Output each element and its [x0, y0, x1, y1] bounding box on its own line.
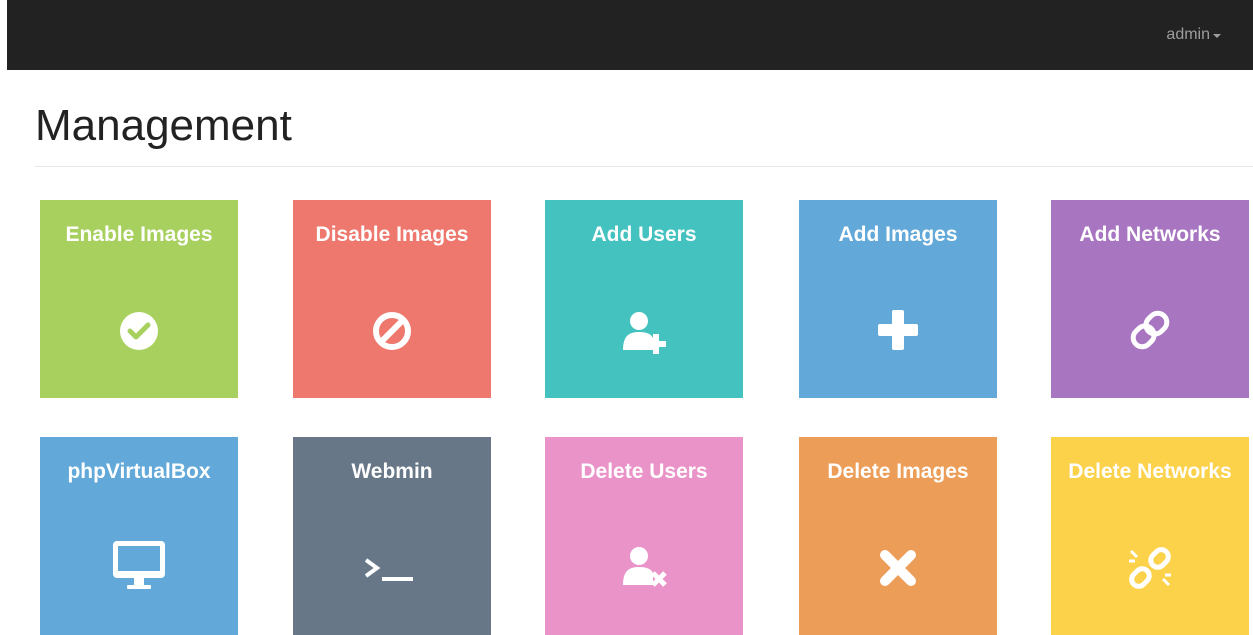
tile-label: Add Users [591, 223, 697, 246]
title-divider [35, 166, 1253, 167]
tile-label: Add Images [838, 223, 958, 246]
user-plus-icon [609, 296, 679, 366]
page-title: Management [35, 101, 292, 150]
desktop-icon [104, 533, 174, 603]
unlink-icon [1115, 533, 1185, 603]
user-menu-dropdown[interactable]: admin [1166, 24, 1221, 46]
tile-label: Disable Images [315, 223, 469, 246]
tile-label: Delete Users [580, 460, 708, 483]
check-circle-icon [104, 296, 174, 366]
delete-networks-tile[interactable]: Delete Networks [1051, 437, 1249, 635]
times-icon [863, 533, 933, 603]
tile-label: Delete Images [827, 460, 969, 483]
user-times-icon [609, 533, 679, 603]
tile-label: Enable Images [65, 223, 213, 246]
tile-label: Add Networks [1079, 223, 1221, 246]
delete-users-tile[interactable]: Delete Users [545, 437, 743, 635]
tile-label: phpVirtualBox [67, 460, 211, 483]
enable-images-tile[interactable]: Enable Images [40, 200, 238, 398]
plus-icon [863, 296, 933, 366]
user-menu-label: admin [1166, 26, 1210, 43]
terminal-icon [357, 533, 427, 603]
add-users-tile[interactable]: Add Users [545, 200, 743, 398]
delete-images-tile[interactable]: Delete Images [799, 437, 997, 635]
link-icon [1115, 296, 1185, 366]
phpvirtualbox-tile[interactable]: phpVirtualBox [40, 437, 238, 635]
disable-images-tile[interactable]: Disable Images [293, 200, 491, 398]
add-networks-tile[interactable]: Add Networks [1051, 200, 1249, 398]
add-images-tile[interactable]: Add Images [799, 200, 997, 398]
ban-icon [357, 296, 427, 366]
webmin-tile[interactable]: Webmin [293, 437, 491, 635]
tile-label: Webmin [351, 460, 433, 483]
caret-down-icon [1213, 34, 1221, 38]
top-navbar: admin [7, 0, 1253, 70]
tile-label: Delete Networks [1068, 460, 1232, 483]
